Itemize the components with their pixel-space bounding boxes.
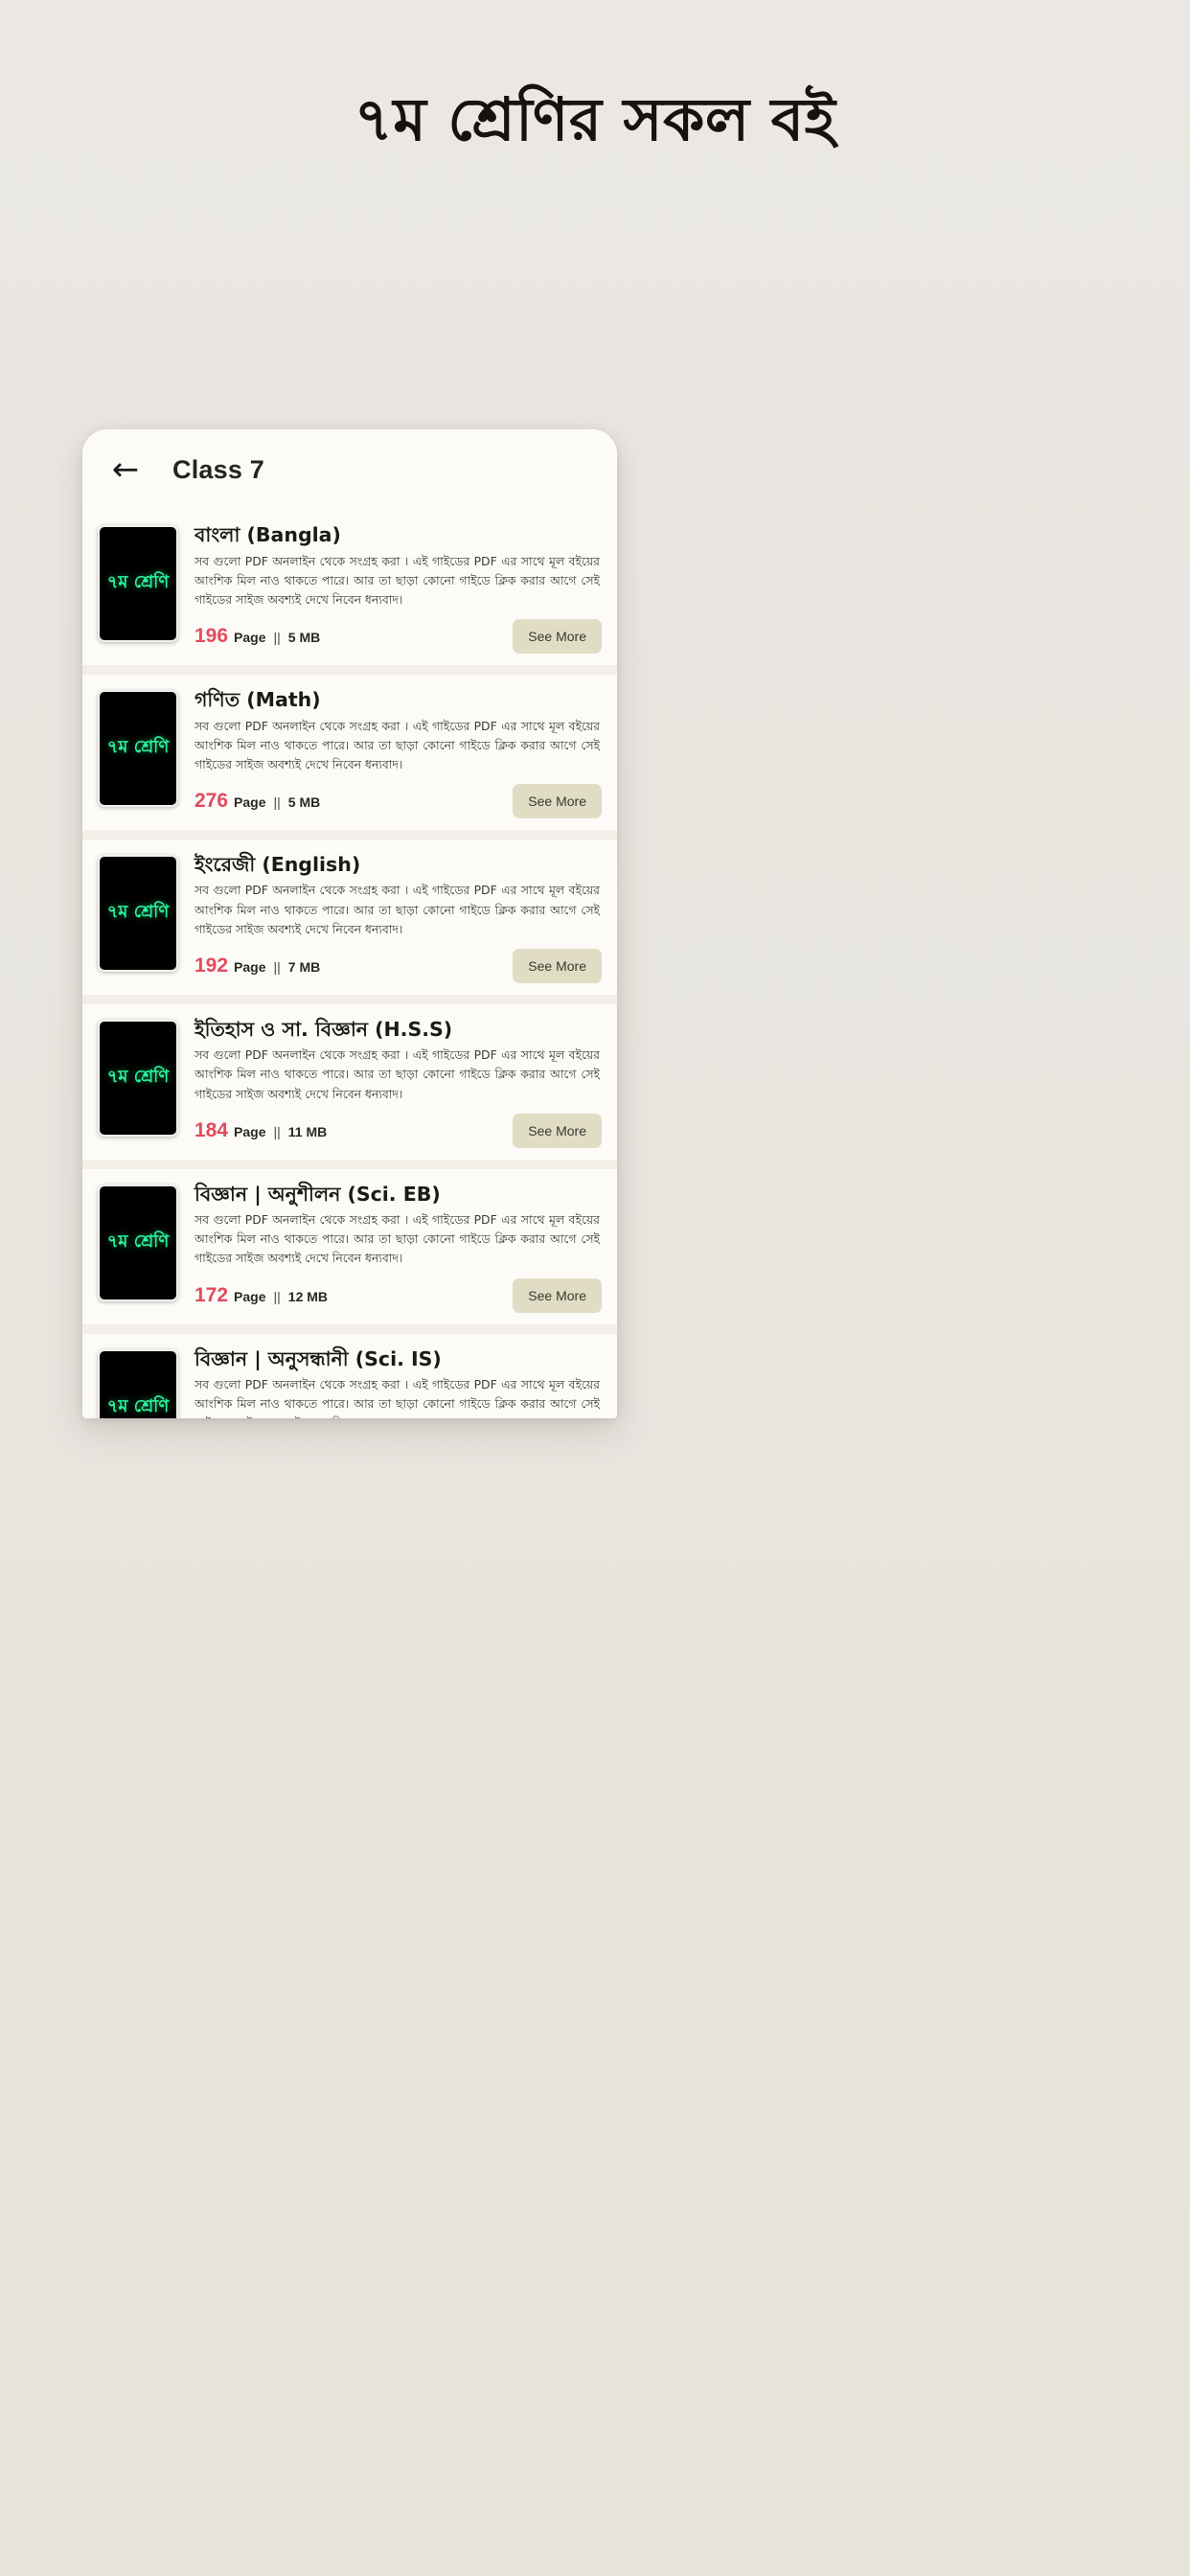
book-title: গণিত (Math) xyxy=(195,687,321,711)
book-row[interactable]: ৭ম শ্রেণি ইতিহাস ও সা. বিজ্ঞান (H.S.S) সব … xyxy=(82,1003,617,1160)
book-body: ইংরেজী (English) সব গুলো PDF অনলাইন থেকে … xyxy=(178,853,602,983)
book-thumbnail-wrap: ৭ম শ্রেণি xyxy=(98,1018,178,1148)
book-body: ইতিহাস ও সা. বিজ্ঞান (H.S.S) সব গুলো PDF … xyxy=(178,1018,602,1148)
meta-separator: || xyxy=(273,1123,281,1139)
book-footer: 276 Page || 5 MB See More xyxy=(195,774,602,818)
thumbnail-label: ৭ম শ্রেণি xyxy=(106,736,170,757)
thumbnail-label: ৭ম শ্রেণি xyxy=(106,1395,170,1416)
book-description: সব গুলো PDF অনলাইন থেকে সংগ্রহ করা । এই … xyxy=(195,553,600,607)
book-meta: 192 Page || 7 MB xyxy=(195,954,320,978)
book-footer: 172 Page || 12 MB See More xyxy=(195,1269,602,1313)
book-thumbnail[interactable]: ৭ম শ্রেণি xyxy=(98,525,178,642)
thumbnail-label: ৭ম শ্রেণি xyxy=(106,571,170,592)
book-thumbnail-wrap: ৭ম শ্রেণি xyxy=(98,1183,178,1313)
file-size: 7 MB xyxy=(287,958,321,975)
book-description: সব গুলো PDF অনলাইন থেকে সংগ্রহ করা । এই … xyxy=(195,1047,600,1101)
see-more-button[interactable]: See More xyxy=(513,948,602,983)
meta-separator: || xyxy=(273,794,281,810)
book-footer: 192 Page || 7 MB See More xyxy=(195,939,602,983)
book-title: ইংরেজী (English) xyxy=(195,852,361,876)
meta-separator: || xyxy=(273,1288,281,1304)
book-body: বিজ্ঞান | অনুশীলন (Sci. EB) সব গুলো PDF অ… xyxy=(178,1183,602,1313)
book-thumbnail-wrap: ৭ম শ্রেণি xyxy=(98,853,178,983)
page-count: 196 xyxy=(195,624,229,647)
page-count: 184 xyxy=(195,1118,229,1141)
header-title: Class 7 xyxy=(172,454,264,484)
book-row[interactable]: ৭ম শ্রেণি গণিত (Math) সব গুলো PDF অনলাইন থ… xyxy=(82,674,617,830)
book-list: ৭ম শ্রেণি বাংলা (Bangla) সব গুলো PDF অনলাই… xyxy=(82,510,617,1418)
book-thumbnail[interactable]: ৭ম শ্রেণি xyxy=(98,854,178,972)
book-title: বাংলা (Bangla) xyxy=(195,523,341,546)
book-meta: 184 Page || 11 MB xyxy=(195,1119,327,1142)
page-unit-label: Page xyxy=(234,958,266,975)
page-unit-label: Page xyxy=(234,1123,266,1139)
book-row[interactable]: ৭ম শ্রেণি বিজ্ঞান | অনুসন্ধানী (Sci. IS) স… xyxy=(82,1333,617,1418)
book-thumbnail-wrap: ৭ম শ্রেণি xyxy=(98,523,178,654)
app-card: ← Class 7 ৭ম শ্রেণি বাংলা (Bangla) সব গুলো… xyxy=(82,429,617,1418)
meta-separator: || xyxy=(273,629,281,645)
book-title: বিজ্ঞান | অনুশীলন (Sci. EB) xyxy=(195,1182,441,1206)
see-more-button[interactable]: See More xyxy=(513,783,602,818)
file-size: 12 MB xyxy=(287,1288,329,1304)
book-row[interactable]: ৭ম শ্রেণি ইংরেজী (English) সব গুলো PDF অনল… xyxy=(82,839,617,995)
page-count: 172 xyxy=(195,1283,229,1306)
page-unit-label: Page xyxy=(234,794,266,810)
book-row[interactable]: ৭ম শ্রেণি বাংলা (Bangla) সব গুলো PDF অনলাই… xyxy=(82,510,617,665)
book-body: বিজ্ঞান | অনুসন্ধানী (Sci. IS) সব গুলো PD… xyxy=(178,1347,602,1418)
book-description: সব গুলো PDF অনলাইন থেকে সংগ্রহ করা । এই … xyxy=(195,718,600,771)
see-more-button[interactable]: See More xyxy=(513,618,602,654)
thumbnail-label: ৭ম শ্রেণি xyxy=(106,1066,170,1087)
book-thumbnail-wrap: ৭ম শ্রেণি xyxy=(98,688,178,818)
book-thumbnail[interactable]: ৭ম শ্রেণি xyxy=(98,689,178,807)
book-description: সব গুলো PDF অনলাইন থেকে সংগ্রহ করা । এই … xyxy=(195,1377,600,1418)
file-size: 5 MB xyxy=(287,794,321,810)
see-more-button[interactable]: See More xyxy=(513,1277,602,1313)
file-size: 5 MB xyxy=(287,629,321,645)
book-title: ইতিহাস ও সা. বিজ্ঞান (H.S.S) xyxy=(195,1017,453,1041)
book-description: সব গুলো PDF অনলাইন থেকে সংগ্রহ করা । এই … xyxy=(195,1212,600,1266)
book-meta: 276 Page || 5 MB xyxy=(195,790,320,813)
book-description: সব গুলো PDF অনলাইন থেকে সংগ্রহ করা । এই … xyxy=(195,883,600,936)
book-meta: 172 Page || 12 MB xyxy=(195,1284,328,1307)
thumbnail-label: ৭ম শ্রেণি xyxy=(106,1230,170,1252)
page-unit-label: Page xyxy=(234,1288,266,1304)
arrow-left-icon[interactable]: ← xyxy=(103,448,148,492)
book-thumbnail-wrap: ৭ম শ্রেণি xyxy=(98,1347,178,1418)
page-count: 276 xyxy=(195,789,229,812)
page-title: ৭ম শ্রেণির সকল বই xyxy=(354,84,836,154)
app-header: ← Class 7 xyxy=(82,429,617,510)
book-body: বাংলা (Bangla) সব গুলো PDF অনলাইন থেকে সং… xyxy=(178,523,602,654)
screen-root: ৭ম শ্রেণির সকল বই ← Class 7 ৭ম শ্রেণি বাং… xyxy=(0,0,1190,2576)
book-body: গণিত (Math) সব গুলো PDF অনলাইন থেকে সংগ্র… xyxy=(178,688,602,818)
book-title: বিজ্ঞান | অনুসন্ধানী (Sci. IS) xyxy=(195,1346,442,1370)
book-thumbnail[interactable]: ৭ম শ্রেণি xyxy=(98,1184,178,1301)
page-count: 192 xyxy=(195,954,229,977)
book-thumbnail[interactable]: ৭ম শ্রেণি xyxy=(98,1019,178,1137)
see-more-button[interactable]: See More xyxy=(513,1113,602,1148)
book-footer: 184 Page || 11 MB See More xyxy=(195,1104,602,1148)
book-row[interactable]: ৭ম শ্রেণি বিজ্ঞান | অনুশীলন (Sci. EB) সব গ… xyxy=(82,1168,617,1324)
file-size: 11 MB xyxy=(287,1123,328,1139)
book-thumbnail[interactable]: ৭ম শ্রেণি xyxy=(98,1348,178,1418)
thumbnail-label: ৭ম শ্রেণি xyxy=(106,901,170,922)
page-unit-label: Page xyxy=(234,629,266,645)
meta-separator: || xyxy=(273,958,281,975)
book-footer: 196 Page || 5 MB See More xyxy=(195,610,602,654)
book-meta: 196 Page || 5 MB xyxy=(195,625,320,648)
